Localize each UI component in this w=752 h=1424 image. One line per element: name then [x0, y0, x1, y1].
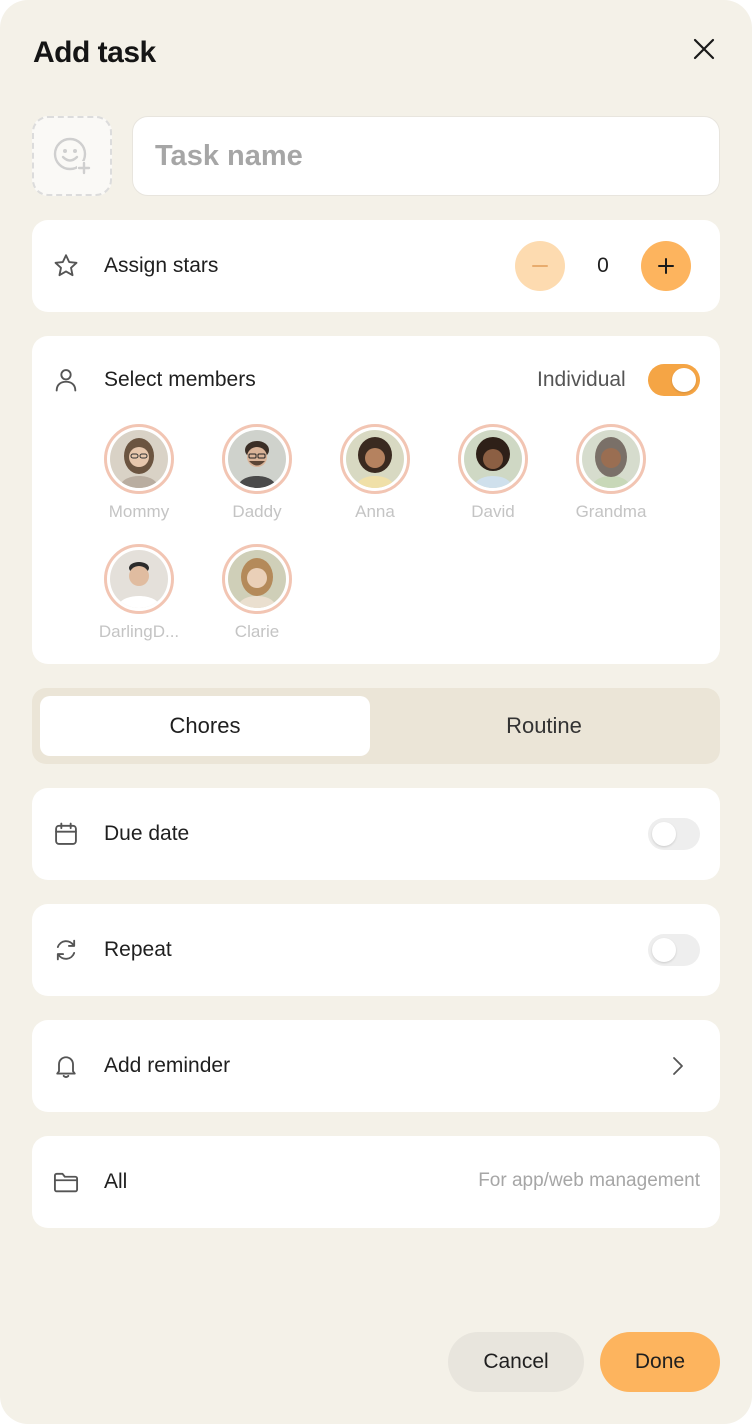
member-name: David	[471, 502, 515, 521]
repeat-card: Repeat	[32, 904, 720, 996]
add-reminder-row[interactable]: Add reminder	[32, 1020, 720, 1112]
member-name: Mommy	[108, 502, 170, 521]
close-button[interactable]	[686, 31, 722, 67]
repeat-toggle[interactable]	[648, 934, 700, 966]
member-name: Clarie	[234, 622, 280, 641]
individual-mode-toggle[interactable]	[648, 364, 700, 396]
member-david[interactable]: David	[443, 424, 543, 522]
member-name: Daddy	[232, 502, 282, 521]
stars-count: 0	[597, 254, 609, 277]
avatar	[228, 430, 286, 488]
assign-stars-label: Assign stars	[104, 254, 219, 277]
folder-hint: For app/web management	[478, 1170, 700, 1191]
member-clarie[interactable]: Clarie	[207, 544, 307, 642]
tab-chores[interactable]: Chores	[40, 696, 370, 756]
folder-icon	[52, 1168, 80, 1196]
task-name-input[interactable]	[132, 116, 720, 196]
member-name: Anna	[355, 502, 395, 521]
close-icon	[693, 38, 715, 60]
decrease-stars-button[interactable]	[515, 241, 565, 291]
add-reminder-label: Add reminder	[104, 1054, 231, 1077]
member-name: Grandma	[575, 502, 647, 521]
member-daddy[interactable]: Daddy	[207, 424, 307, 522]
due-date-toggle[interactable]	[648, 818, 700, 850]
select-members-label: Select members	[104, 368, 256, 391]
individual-mode-label: Individual	[537, 368, 626, 391]
star-icon	[52, 252, 80, 280]
add-task-dialog: Add task Assign stars 0 Select	[0, 0, 752, 1424]
calendar-icon	[52, 820, 80, 848]
member-grandma[interactable]: Grandma	[561, 424, 661, 522]
task-type-segmented-control: Chores Routine	[32, 688, 720, 764]
plus-icon	[658, 258, 674, 274]
due-date-card: Due date	[32, 788, 720, 880]
folder-row[interactable]: All For app/web management	[32, 1136, 720, 1228]
repeat-icon	[52, 936, 80, 964]
member-mommy[interactable]: Mommy	[89, 424, 189, 522]
avatar	[346, 430, 404, 488]
done-button[interactable]: Done	[600, 1332, 720, 1392]
member-name: DarlingD...	[98, 622, 180, 641]
avatar	[582, 430, 640, 488]
increase-stars-button[interactable]	[641, 241, 691, 291]
dialog-title: Add task	[33, 36, 156, 69]
avatar	[464, 430, 522, 488]
minus-icon	[532, 265, 548, 267]
member-anna[interactable]: Anna	[325, 424, 425, 522]
tab-routine[interactable]: Routine	[376, 696, 712, 756]
cancel-button[interactable]: Cancel	[448, 1332, 584, 1392]
avatar	[228, 550, 286, 608]
folder-label: All	[104, 1170, 128, 1193]
chevron-right-icon	[668, 1054, 688, 1083]
smiley-add-icon	[53, 137, 91, 175]
select-members-card: Select members Individual Mommy Daddy An…	[32, 336, 720, 664]
bell-icon	[52, 1052, 80, 1080]
assign-stars-card: Assign stars 0	[32, 220, 720, 312]
repeat-label: Repeat	[104, 938, 172, 961]
person-icon	[52, 366, 80, 394]
add-emoji-button[interactable]	[32, 116, 112, 196]
member-darlingd[interactable]: DarlingD...	[89, 544, 189, 642]
avatar	[110, 430, 168, 488]
due-date-label: Due date	[104, 822, 190, 845]
avatar	[110, 550, 168, 608]
